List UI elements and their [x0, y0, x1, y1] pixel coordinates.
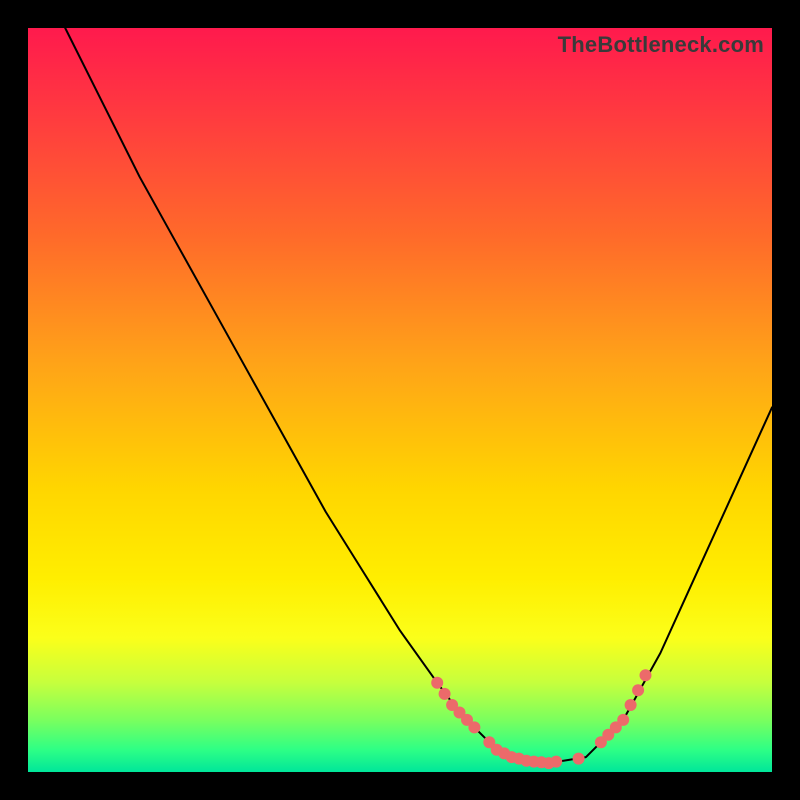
highlight-dot — [573, 753, 585, 765]
highlight-dot — [625, 699, 637, 711]
highlight-dot — [439, 688, 451, 700]
highlight-dot — [632, 684, 644, 696]
plot-area: TheBottleneck.com — [28, 28, 772, 772]
bottleneck-curve — [65, 28, 772, 763]
highlight-dot — [617, 714, 629, 726]
highlight-dot — [640, 669, 652, 681]
chart-svg — [28, 28, 772, 772]
highlight-dot — [431, 677, 443, 689]
highlight-dots-group — [431, 669, 651, 769]
highlight-dot — [468, 721, 480, 733]
chart-frame: TheBottleneck.com — [0, 0, 800, 800]
highlight-dot — [550, 756, 562, 768]
